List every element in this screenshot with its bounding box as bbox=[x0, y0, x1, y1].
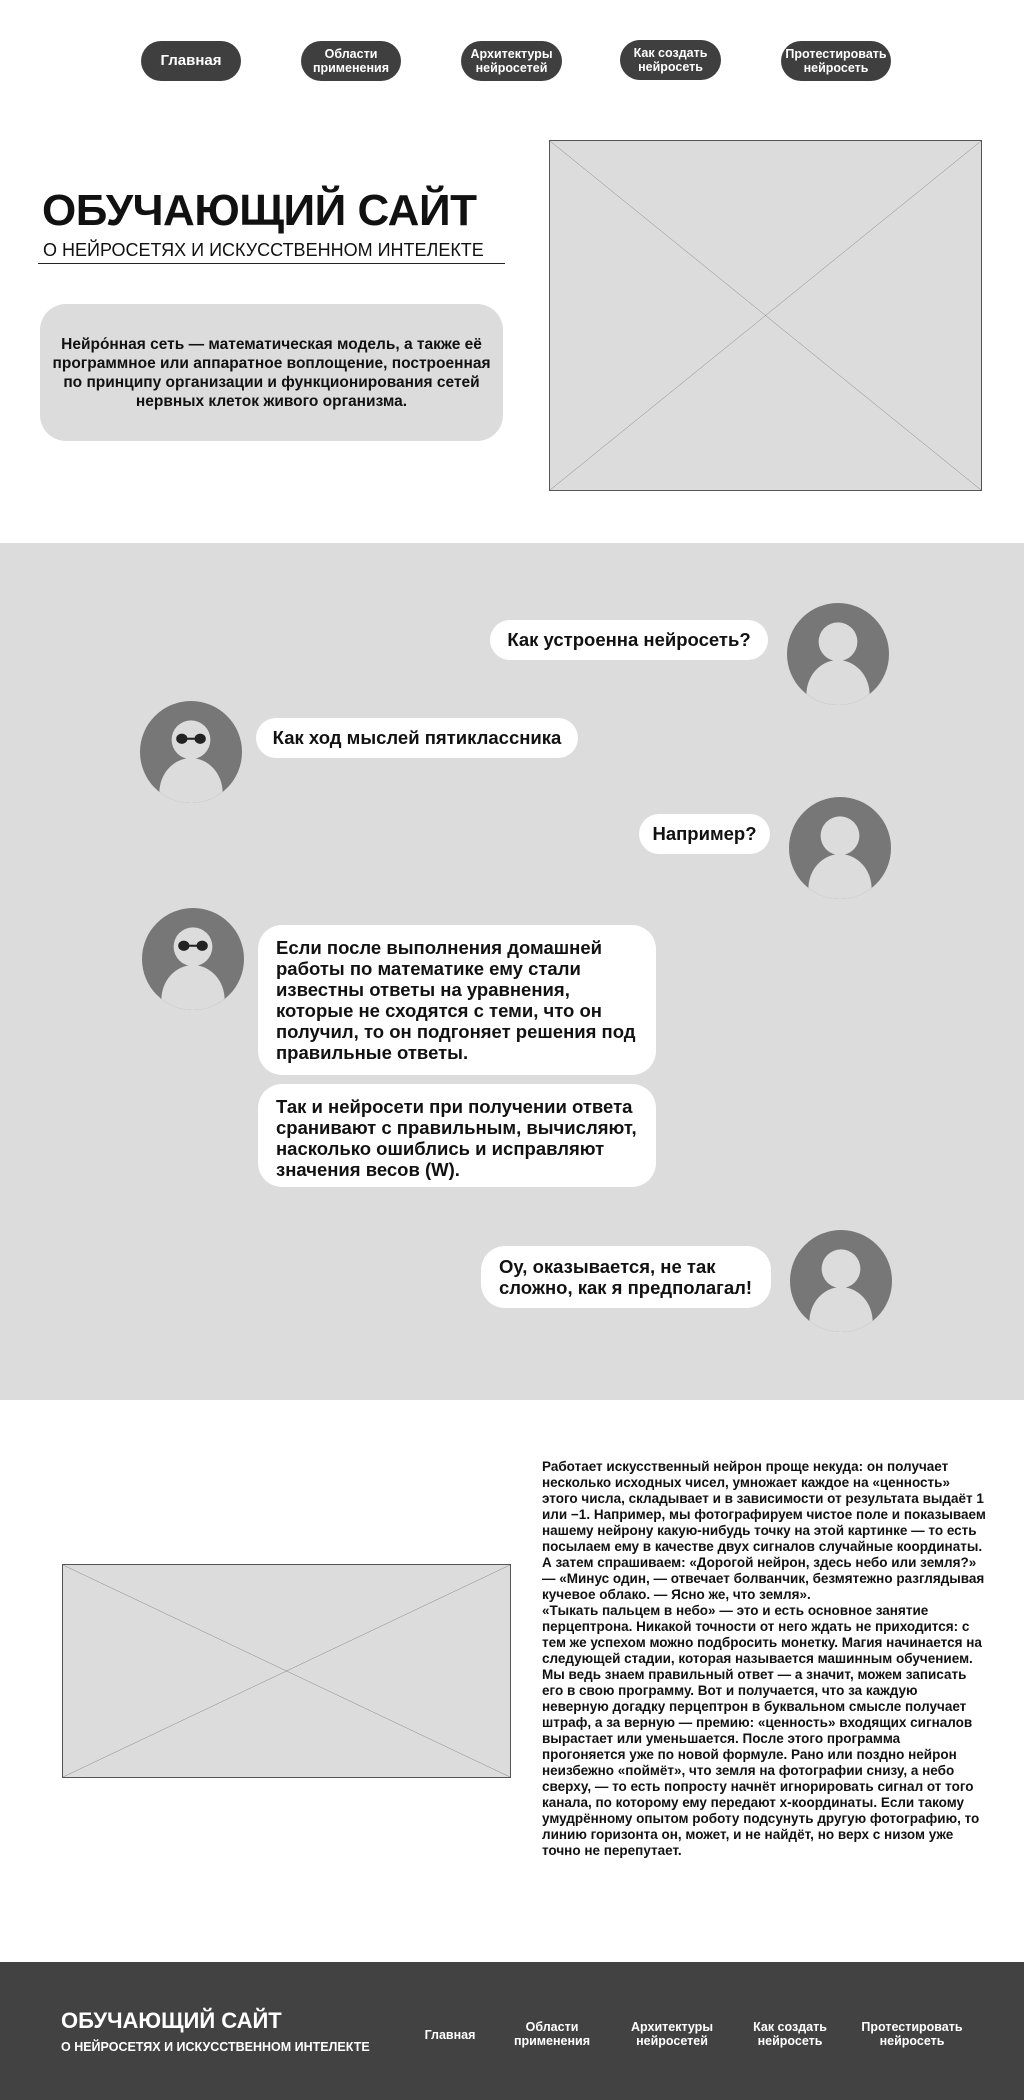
bot-avatar-icon bbox=[142, 908, 244, 1010]
chat-message-answer: Как ход мыслей пятиклассника bbox=[256, 718, 578, 758]
chat-message-question: Оу, оказывается, не так сложно, как я пр… bbox=[481, 1246, 771, 1308]
chat-message-answer: Если после выполнения домашней работы по… bbox=[258, 925, 656, 1075]
footer-link-test[interactable]: Протестировать нейросеть bbox=[852, 2020, 972, 2048]
footer-title: ОБУЧАЮЩИЙ САЙТ bbox=[61, 2008, 282, 2033]
article-paragraph: Работает искусственный нейрон проще неку… bbox=[542, 1459, 986, 1602]
nav-architectures-button[interactable]: Архитектуры нейросетей bbox=[461, 41, 562, 81]
footer-link-applications[interactable]: Области применения bbox=[502, 2020, 602, 2048]
article-paragraph: «Тыкать пальцем в небо» — это и есть осн… bbox=[542, 1603, 982, 1858]
user-avatar-icon bbox=[789, 797, 891, 899]
footer-subtitle: О НЕЙРОСЕТЯХ И ИСКУССТВЕННОМ ИНТЕЛЕКТЕ bbox=[61, 2040, 370, 2054]
article-text: Работает искусственный нейрон проще неку… bbox=[542, 1459, 987, 1859]
chat-message-question: Как устроенна нейросеть? bbox=[490, 620, 768, 660]
article-image-placeholder bbox=[62, 1564, 511, 1778]
footer-link-create[interactable]: Как создать нейросеть bbox=[740, 2020, 840, 2048]
footer-link-architectures[interactable]: Архитектуры нейросетей bbox=[622, 2020, 722, 2048]
chat-message-question: Например? bbox=[639, 814, 770, 854]
hero-description: Нейро́нная сеть — математическая модель,… bbox=[40, 304, 503, 441]
chat-message-answer: Так и нейросети при получении ответа сра… bbox=[258, 1084, 656, 1187]
hero-subtitle: О НЕЙРОСЕТЯХ И ИСКУССТВЕННОМ ИНТЕЛЕКТЕ bbox=[43, 240, 484, 260]
user-avatar-icon bbox=[787, 603, 889, 705]
nav-test-button[interactable]: Протестировать нейросеть bbox=[781, 41, 891, 81]
nav-create-button[interactable]: Как создать нейросеть bbox=[620, 40, 721, 80]
hero-divider bbox=[38, 263, 505, 264]
nav-home-button[interactable]: Главная bbox=[141, 41, 241, 81]
nav-applications-button[interactable]: Области применения bbox=[301, 41, 401, 81]
bot-avatar-icon bbox=[140, 701, 242, 803]
hero-title: ОБУЧАЮЩИЙ САЙТ bbox=[42, 186, 477, 235]
footer: ОБУЧАЮЩИЙ САЙТ О НЕЙРОСЕТЯХ И ИСКУССТВЕН… bbox=[0, 1962, 1024, 2100]
footer-link-home[interactable]: Главная bbox=[410, 2028, 490, 2042]
user-avatar-icon bbox=[790, 1230, 892, 1332]
hero-image-placeholder bbox=[549, 140, 982, 491]
